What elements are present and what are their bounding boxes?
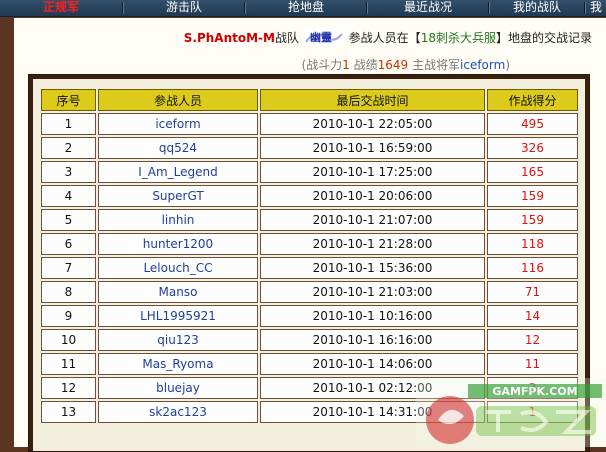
row-index: 1 xyxy=(41,113,96,135)
server-name[interactable]: 18刺杀大兵服 xyxy=(421,31,496,45)
table-row: 6 hunter1200 2010-10-1 21:28:00 118 xyxy=(41,233,578,255)
player-link[interactable]: Manso xyxy=(98,281,258,303)
tab-grab-territory[interactable]: 抢地盘 xyxy=(246,0,366,16)
battle-time: 2010-10-1 15:36:00 xyxy=(260,257,485,279)
battle-score: 326 xyxy=(487,137,578,159)
row-index: 2 xyxy=(41,137,96,159)
player-link[interactable]: bluejay xyxy=(98,377,258,399)
participants-text: 参战人员在 xyxy=(348,31,409,45)
battle-records-table: 序号 参战人员 最后交战时间 作战得分 1 iceform 2010-10-1 … xyxy=(39,87,580,425)
row-index: 12 xyxy=(41,377,96,399)
player-link[interactable]: LHL1995921 xyxy=(98,305,258,327)
team-suffix: 战队 xyxy=(274,31,299,45)
table-row: 5 linhin 2010-10-1 21:07:00 159 xyxy=(41,209,578,231)
tab-guerrilla[interactable]: 游击队 xyxy=(124,0,244,16)
battle-score: 11 xyxy=(487,353,578,375)
table-row: 2 qq524 2010-10-1 16:59:00 326 xyxy=(41,137,578,159)
player-link[interactable]: linhin xyxy=(98,209,258,231)
battle-time: 2010-10-1 16:16:00 xyxy=(260,329,485,351)
col-header-last-battle-time: 最后交战时间 xyxy=(260,89,485,111)
record-value: 1649 xyxy=(377,58,409,72)
table-row: 1 iceform 2010-10-1 22:05:00 495 xyxy=(41,113,578,135)
team-name[interactable]: S.PhAntoM-M xyxy=(184,31,275,45)
player-link[interactable]: I_Am_Legend xyxy=(98,161,258,183)
col-header-index: 序号 xyxy=(41,89,96,111)
record-title: 地盘的交战记录 xyxy=(507,31,592,45)
tab-regular-army[interactable]: 正规军 xyxy=(0,0,122,16)
battle-time: 2010-10-1 02:12:00 xyxy=(260,377,485,399)
battle-time: 2010-10-1 14:06:00 xyxy=(260,353,485,375)
battle-score: 2 xyxy=(487,377,578,399)
table-row: 9 LHL1995921 2010-10-1 10:16:00 14 xyxy=(41,305,578,327)
team-summary: (战斗力1 战绩1649 主战将军iceform) xyxy=(14,56,606,72)
table-row: 12 bluejay 2010-10-1 02:12:00 2 xyxy=(41,377,578,399)
battle-score: 159 xyxy=(487,185,578,207)
battle-time: 2010-10-1 21:03:00 xyxy=(260,281,485,303)
battle-time: 2010-10-1 21:28:00 xyxy=(260,233,485,255)
top-nav-bar: 正规军 游击队 抢地盘 最近战况 我的战队 我 xyxy=(0,0,606,17)
commander-label: 主战将军 xyxy=(408,58,461,72)
col-header-battle-score: 作战得分 xyxy=(487,89,578,111)
player-link[interactable]: sk2ac123 xyxy=(98,401,258,423)
player-link[interactable]: SuperGT xyxy=(98,185,258,207)
player-link[interactable]: Mas_Ryoma xyxy=(98,353,258,375)
battle-score: 1 xyxy=(487,401,578,423)
content-panel: S.PhAntoM-M战队 幽靈 参战人员在【18刺杀大兵服】地盘的交战记录 (… xyxy=(14,18,606,452)
row-index: 10 xyxy=(41,329,96,351)
player-link[interactable]: iceform xyxy=(98,113,258,135)
col-header-participant: 参战人员 xyxy=(98,89,258,111)
table-row: 3 I_Am_Legend 2010-10-1 17:25:00 165 xyxy=(41,161,578,183)
player-link[interactable]: hunter1200 xyxy=(98,233,258,255)
bracket-open: 【 xyxy=(408,31,421,45)
row-index: 11 xyxy=(41,353,96,375)
table-row: 7 Lelouch_CC 2010-10-1 15:36:00 116 xyxy=(41,257,578,279)
table-row: 8 Manso 2010-10-1 21:03:00 71 xyxy=(41,281,578,303)
battle-time: 2010-10-1 14:31:00 xyxy=(260,401,485,423)
records-frame-inner: 序号 参战人员 最后交战时间 作战得分 1 iceform 2010-10-1 … xyxy=(33,79,585,451)
row-index: 7 xyxy=(41,257,96,279)
battle-score: 165 xyxy=(487,161,578,183)
player-link[interactable]: qq524 xyxy=(98,137,258,159)
tab-my-team[interactable]: 我的战队 xyxy=(490,0,584,16)
team-logo-icon: 幽靈 xyxy=(303,28,344,46)
page-title: S.PhAntoM-M战队 幽靈 参战人员在【18刺杀大兵服】地盘的交战记录 xyxy=(14,28,606,48)
battle-time: 2010-10-1 16:59:00 xyxy=(260,137,485,159)
table-row: 13 sk2ac123 2010-10-1 14:31:00 1 xyxy=(41,401,578,423)
row-index: 6 xyxy=(41,233,96,255)
row-index: 13 xyxy=(41,401,96,423)
row-index: 5 xyxy=(41,209,96,231)
table-row: 10 qiu123 2010-10-1 16:16:00 12 xyxy=(41,329,578,351)
battle-time: 2010-10-1 10:16:00 xyxy=(260,305,485,327)
battle-score: 14 xyxy=(487,305,578,327)
record-label: 战绩 xyxy=(349,58,378,72)
table-header-row: 序号 参战人员 最后交战时间 作战得分 xyxy=(41,89,578,111)
records-frame: 序号 参战人员 最后交战时间 作战得分 1 iceform 2010-10-1 … xyxy=(28,74,590,452)
tab-recent-battles[interactable]: 最近战况 xyxy=(368,0,488,16)
battle-time: 2010-10-1 22:05:00 xyxy=(260,113,485,135)
battle-time: 2010-10-1 20:06:00 xyxy=(260,185,485,207)
battle-time: 2010-10-1 17:25:00 xyxy=(260,161,485,183)
row-index: 9 xyxy=(41,305,96,327)
table-row: 11 Mas_Ryoma 2010-10-1 14:06:00 11 xyxy=(41,353,578,375)
battle-score: 71 xyxy=(487,281,578,303)
player-link[interactable]: Lelouch_CC xyxy=(98,257,258,279)
row-index: 8 xyxy=(41,281,96,303)
table-row: 4 SuperGT 2010-10-1 20:06:00 159 xyxy=(41,185,578,207)
bracket-close: 】 xyxy=(495,31,508,45)
player-link[interactable]: qiu123 xyxy=(98,329,258,351)
battle-score: 495 xyxy=(487,113,578,135)
battle-score: 12 xyxy=(487,329,578,351)
summary-open: (战斗力 xyxy=(301,58,343,72)
logo-text: 幽靈 xyxy=(310,30,332,44)
battle-score: 159 xyxy=(487,209,578,231)
row-index: 3 xyxy=(41,161,96,183)
summary-close: ) xyxy=(505,58,510,72)
battle-time: 2010-10-1 21:07:00 xyxy=(260,209,485,231)
tab-me[interactable]: 我 xyxy=(586,0,606,16)
combat-power-value: 1 xyxy=(342,58,350,72)
battle-score: 118 xyxy=(487,233,578,255)
battle-score: 116 xyxy=(487,257,578,279)
row-index: 4 xyxy=(41,185,96,207)
commander-name[interactable]: iceform xyxy=(460,58,505,72)
